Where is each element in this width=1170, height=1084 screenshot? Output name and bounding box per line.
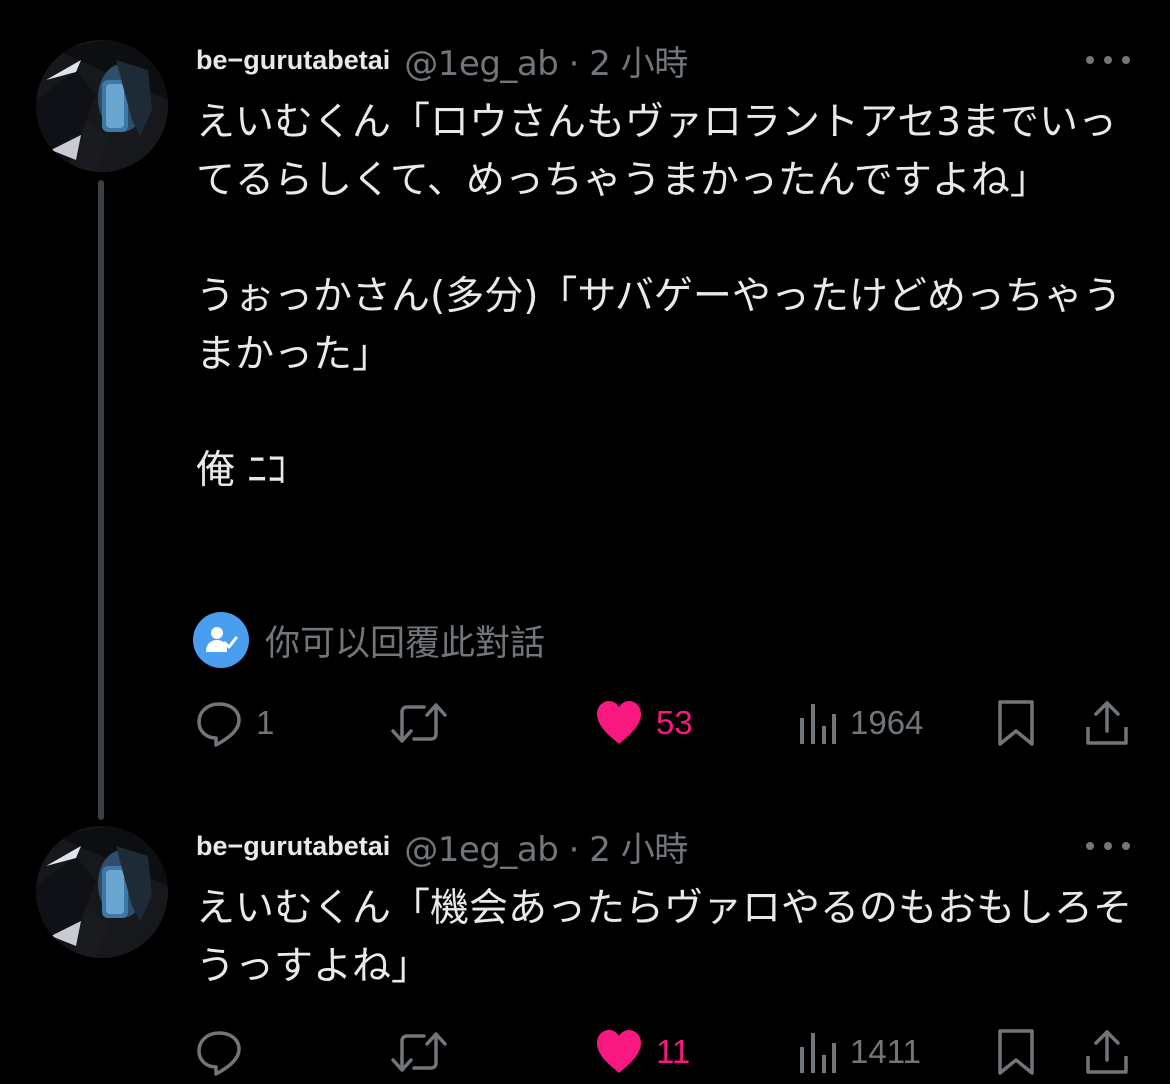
bookmark-button[interactable] — [996, 693, 1036, 753]
reply-permission-notice: 你可以回覆此對話 — [193, 612, 545, 668]
bookmark-icon — [998, 700, 1034, 746]
more-button[interactable] — [1086, 836, 1130, 856]
tweet-text: えいむくん「ロウさんもヴァロラントアセ3までいってるらしくて、めっちゃうまかった… — [196, 94, 1136, 500]
share-button[interactable] — [1084, 1022, 1130, 1082]
views-icon — [800, 704, 836, 744]
share-button[interactable] — [1084, 693, 1130, 753]
like-button[interactable]: 53 — [594, 693, 693, 753]
tweet-paragraph: 俺 ﾆｺ — [196, 448, 287, 493]
person-check-icon — [193, 612, 249, 668]
like-count: 11 — [656, 1033, 691, 1070]
heart-icon — [597, 701, 641, 744]
handle-and-time[interactable]: @1eg_ab · 2 小時 — [404, 36, 688, 85]
tweet-actions: 1 53 1964 — [0, 693, 1170, 753]
heart-icon — [597, 1030, 641, 1073]
share-icon — [1086, 1030, 1128, 1074]
reply-icon — [197, 1031, 241, 1076]
tweet-paragraph: うぉっかさん(多分)「サバゲーやったけどめっちゃうまかった」 — [196, 274, 1122, 377]
reply-button[interactable] — [194, 1022, 256, 1082]
views-count: 1411 — [850, 1033, 921, 1070]
tweet-paragraph: えいむくん「ロウさんもヴァロラントアセ3までいってるらしくて、めっちゃうまかった… — [196, 100, 1118, 203]
more-button[interactable] — [1086, 50, 1130, 70]
tweet-paragraph: えいむくん「機会あったらヴァロやるのもおもしろそうっすよね」 — [196, 886, 1133, 989]
tweet-actions: 11 1411 — [0, 1022, 1170, 1082]
display-name[interactable]: be−gurutabetai — [196, 831, 390, 862]
views-button[interactable]: 1411 — [798, 1022, 921, 1082]
reply-icon — [197, 702, 241, 747]
like-button[interactable]: 11 — [594, 1022, 690, 1082]
share-icon — [1086, 701, 1128, 745]
views-count: 1964 — [850, 704, 924, 741]
bookmark-button[interactable] — [996, 1022, 1036, 1082]
views-button[interactable]: 1964 — [798, 693, 923, 753]
tweet-header: be−gurutabetai @1eg_ab · 2 小時 — [196, 34, 688, 86]
display-name[interactable]: be−gurutabetai — [196, 45, 390, 76]
retweet-button[interactable] — [390, 693, 448, 753]
more-icon — [1086, 842, 1094, 850]
tweet-header: be−gurutabetai @1eg_ab · 2 小時 — [196, 820, 688, 872]
avatar-image-icon — [36, 40, 168, 172]
handle-and-time[interactable]: @1eg_ab · 2 小時 — [404, 822, 688, 871]
views-icon — [800, 1033, 836, 1073]
bookmark-icon — [998, 1029, 1034, 1075]
retweet-icon — [391, 703, 447, 743]
avatar[interactable] — [36, 40, 168, 172]
avatar[interactable] — [36, 826, 168, 958]
avatar-image-icon — [36, 826, 168, 958]
reply-button[interactable]: 1 — [194, 693, 274, 753]
reply-permission-label: 你可以回覆此對話 — [265, 623, 546, 664]
tweet-text: えいむくん「機会あったらヴァロやるのもおもしろそうっすよね」 — [196, 880, 1136, 996]
reply-count: 1 — [256, 704, 275, 741]
retweet-button[interactable] — [390, 1022, 448, 1082]
more-icon — [1086, 56, 1094, 64]
retweet-icon — [391, 1032, 447, 1072]
like-count: 53 — [656, 704, 693, 741]
